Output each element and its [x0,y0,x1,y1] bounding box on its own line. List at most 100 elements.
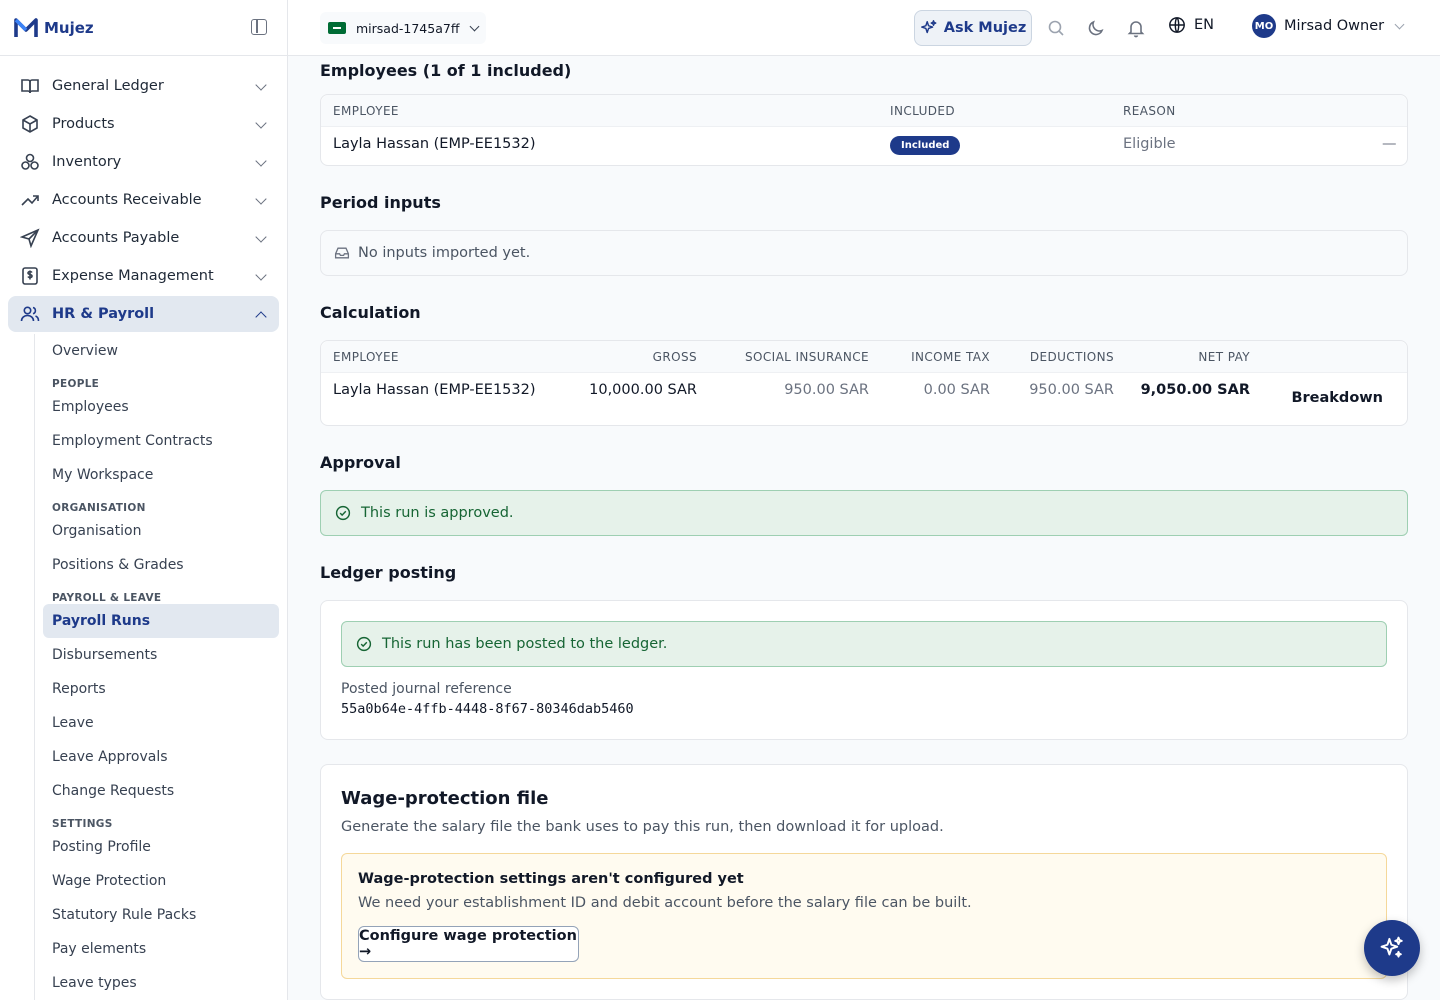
calculation-title: Calculation [320,303,421,322]
brand[interactable]: Mujez [0,0,287,56]
sub-leave-approvals[interactable]: Leave Approvals [43,740,279,774]
user-name: Mirsad Owner [1284,18,1385,34]
nav-products[interactable]: Products [8,106,279,142]
ledger-posting-title: Ledger posting [320,563,457,582]
sub-employment-contracts[interactable]: Employment Contracts [43,424,279,458]
box-icon [20,114,40,134]
chevron-down-icon [255,117,267,129]
period-inputs-title: Period inputs [320,193,441,212]
nav-label: Expense Management [52,268,214,284]
bell-icon[interactable] [1126,18,1146,38]
employees-section-title: Employees (1 of 1 included) [320,61,572,80]
sub-reports[interactable]: Reports [43,672,279,706]
org-selector[interactable]: mirsad-1745a7ff [320,12,487,44]
col-social-insurance: SOCIAL INSURANCE [744,350,869,364]
check-circle-icon [356,636,372,652]
col-employee: EMPLOYEE [333,350,399,364]
chevron-down-icon [255,155,267,167]
wage-protection-warning: Wage-protection settings aren't configur… [341,853,1387,979]
wage-protection-desc: Generate the salary file the bank uses t… [341,819,944,835]
calculation-table: EMPLOYEE GROSS SOCIAL INSURANCE INCOME T… [320,340,1408,426]
sub-category: ORGANISATION [52,502,146,514]
sub-category: PEOPLE [52,378,100,390]
wage-protection-card: Wage-protection file Generate the salary… [320,764,1408,1000]
inbox-icon [334,247,350,259]
gross-value: 10,000.00 SAR [589,382,697,398]
sub-employees[interactable]: Employees [43,390,279,424]
sub-leave[interactable]: Leave [43,706,279,740]
approval-message: This run is approved. [361,505,514,521]
chevron-down-icon [255,269,267,281]
social-insurance-value: 950.00 SAR [784,382,869,398]
user-menu[interactable]: MO Mirsad Owner [1252,14,1405,38]
col-included: INCLUDED [890,104,956,118]
employee-name: Layla Hassan (EMP-EE1532) [333,136,536,152]
wage-protection-title: Wage-protection file [341,788,549,809]
row-action[interactable]: — [1382,136,1397,152]
nav-accounts-receivable[interactable]: Accounts Receivable [8,182,279,218]
org-name: mirsad-1745a7ff [356,20,460,36]
sub-change-requests[interactable]: Change Requests [43,774,279,808]
sub-leave-types[interactable]: Leave types [43,966,279,1000]
nav-general-ledger[interactable]: General Ledger [8,68,279,104]
net-pay-value: 9,050.00 SAR [1140,382,1250,398]
sub-organisation[interactable]: Organisation [43,514,279,548]
users-icon [20,304,40,324]
nav-label: Products [52,116,115,132]
chevron-down-icon [255,193,267,205]
sub-payroll-runs[interactable]: Payroll Runs [43,604,279,638]
nav-inventory[interactable]: Inventory [8,144,279,180]
send-icon [20,228,40,248]
col-income-tax: INCOME TAX [911,350,990,364]
nav-label: General Ledger [52,78,164,94]
approval-notice: This run is approved. [320,490,1408,536]
posted-notice: This run has been posted to the ledger. [341,621,1387,667]
language-selector[interactable]: EN [1168,16,1214,34]
sidebar: Mujez General Ledger Products Inventory … [0,0,288,1000]
sub-overview[interactable]: Overview [43,334,279,368]
saudi-flag-icon [328,22,346,34]
chevron-up-icon [255,311,267,323]
sub-disbursements[interactable]: Disbursements [43,638,279,672]
chevron-down-icon [255,79,267,91]
journal-ref-label: Posted journal reference [341,681,512,697]
receipt-dollar-icon [20,266,40,286]
included-badge: Included [890,136,961,155]
sub-category: PAYROLL & LEAVE [52,592,162,604]
sidebar-collapse-icon[interactable] [251,19,267,35]
sidebar-nav: General Ledger Products Inventory Accoun… [0,56,287,1000]
hr-payroll-submenu: Overview PEOPLE Employees Employment Con… [34,334,287,1000]
nav-expense-management[interactable]: Expense Management [8,258,279,294]
col-net-pay: NET PAY [1198,350,1250,364]
moon-icon[interactable] [1086,18,1106,38]
configure-wage-protection-button[interactable]: Configure wage protection → [358,926,579,962]
journal-ref-value[interactable]: 55a0b64e-4ffb-4448-8f67-80346dab5460 [341,701,634,717]
assistant-fab-button[interactable] [1364,920,1420,976]
sub-pay-elements[interactable]: Pay elements [43,932,279,966]
period-inputs-empty-text: No inputs imported yet. [358,245,531,261]
search-icon[interactable] [1046,18,1066,38]
ask-mujez-button[interactable]: Ask Mujez [914,10,1032,46]
trending-up-icon [20,190,40,210]
employees-table: EMPLOYEE INCLUDED REASON Layla Hassan (E… [320,94,1408,166]
breakdown-button[interactable]: Breakdown [1291,390,1383,406]
employee-name: Layla Hassan (EMP-EE1532) [333,382,536,398]
nav-label: Accounts Payable [52,230,180,246]
sub-posting-profile[interactable]: Posting Profile [43,830,279,864]
nav-label: HR & Payroll [52,306,155,322]
sub-statutory-rule-packs[interactable]: Statutory Rule Packs [43,898,279,932]
sparkles-icon [1380,936,1403,958]
ask-mujez-label: Ask Mujez [943,20,1027,36]
sub-category: SETTINGS [52,818,113,830]
globe-icon [1169,17,1185,33]
col-reason: REASON [1123,104,1176,118]
sub-positions-grades[interactable]: Positions & Grades [43,548,279,582]
nav-hr-payroll[interactable]: HR & Payroll [8,296,279,332]
main-content: Employees (1 of 1 included) EMPLOYEE INC… [288,56,1440,1000]
boxes-icon [20,152,40,172]
warning-title: Wage-protection settings aren't configur… [358,871,744,887]
sub-my-workspace[interactable]: My Workspace [43,458,279,492]
brand-name: Mujez [44,18,94,37]
sub-wage-protection[interactable]: Wage Protection [43,864,279,898]
nav-accounts-payable[interactable]: Accounts Payable [8,220,279,256]
